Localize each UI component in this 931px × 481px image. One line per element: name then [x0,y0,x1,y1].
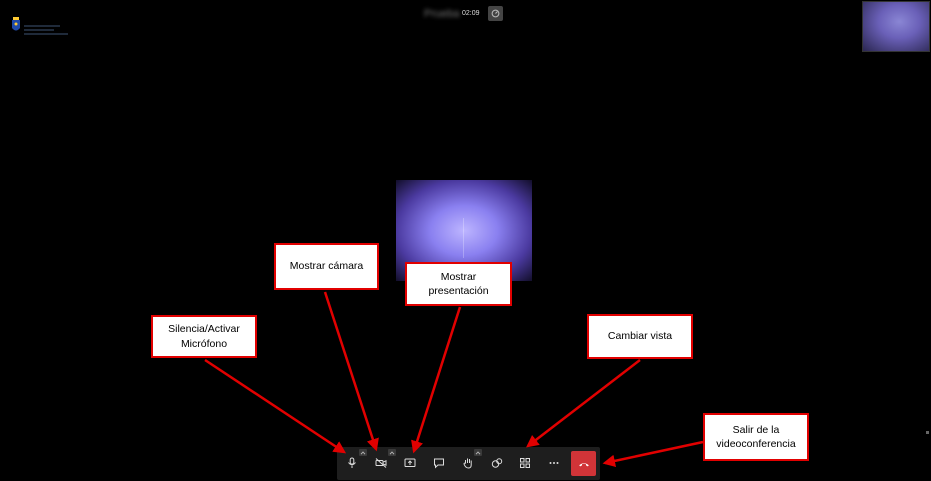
arrow-to-microphone [204,358,347,454]
callout-camera: Mostrar cámara [274,243,379,290]
callout-leave: Salir de la videoconferencia [703,413,809,461]
callout-mute: Silencia/Activar Micrófono [151,315,257,358]
annotation-arrows [204,291,704,468]
callout-present: Mostrar presentación [405,262,512,306]
arrow-to-camera [323,291,379,452]
arrow-to-view [526,359,641,448]
scroll-indicator [926,431,929,434]
arrow-to-leave [602,440,704,468]
callout-view: Cambiar vista [587,314,693,359]
arrow-to-share [411,306,462,454]
